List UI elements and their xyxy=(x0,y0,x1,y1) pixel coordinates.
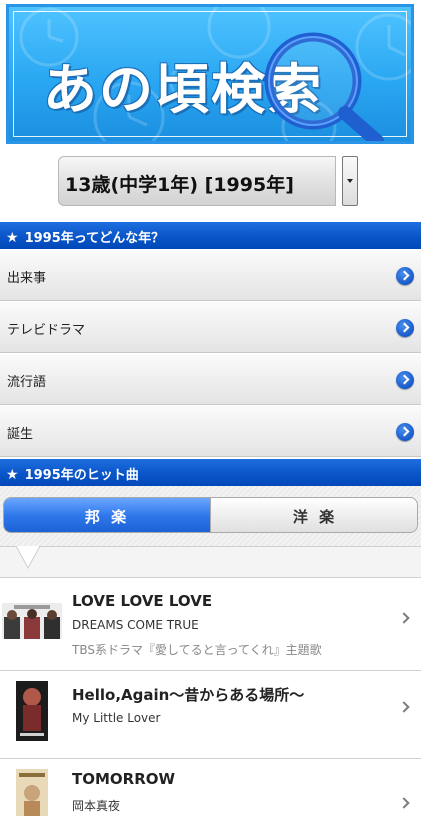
chevron-right-icon xyxy=(398,701,410,713)
music-tabs: 邦 楽 洋 楽 xyxy=(3,497,418,533)
song-artist: 岡本真夜 xyxy=(72,799,121,813)
age-select-value[interactable]: 13歳(中学1年) [1995年] xyxy=(58,156,336,206)
section-header-year: ★ 1995年ってどんな年？ xyxy=(0,222,421,249)
song-note: TBS系ドラマ『愛してると言ってくれ』主題歌 xyxy=(72,643,322,657)
menu-item-label: テレビドラマ xyxy=(7,323,86,338)
section-header-hits-label: 1995年のヒット曲 xyxy=(24,468,139,483)
dropdown-arrow-icon xyxy=(347,179,353,183)
song-title: TOMORROW xyxy=(72,770,176,788)
age-select[interactable]: 13歳(中学1年) [1995年] xyxy=(58,156,358,206)
section-header-year-label: 1995年ってどんな年？ xyxy=(24,231,165,246)
banner: あの頃検索 xyxy=(6,4,414,144)
chevron-right-icon xyxy=(398,797,410,809)
star-icon: ★ xyxy=(6,467,19,483)
age-select-toggle[interactable] xyxy=(342,156,358,206)
song-title: Hello,Again～昔からある場所～ xyxy=(72,686,305,704)
chevron-right-circle-icon xyxy=(396,267,414,285)
music-tabs-area: 邦 楽 洋 楽 xyxy=(0,486,421,546)
song-item[interactable]: Hello,Again～昔からある場所～ My Little Lover xyxy=(0,670,421,758)
tab-foreign[interactable]: 洋 楽 xyxy=(210,498,417,532)
menu-item-tv-drama[interactable]: テレビドラマ xyxy=(0,301,421,353)
chevron-right-circle-icon xyxy=(396,423,414,441)
menu-item-births[interactable]: 誕生 xyxy=(0,405,421,457)
magnifier-icon xyxy=(264,32,384,141)
menu-item-buzzwords[interactable]: 流行語 xyxy=(0,353,421,405)
chevron-right-circle-icon xyxy=(396,319,414,337)
song-item[interactable]: LOVE LOVE LOVE DREAMS COME TRUE TBS系ドラマ『… xyxy=(0,577,421,670)
menu-item-label: 流行語 xyxy=(7,375,47,390)
star-icon: ★ xyxy=(6,230,19,246)
song-artist: DREAMS COME TRUE xyxy=(72,618,199,632)
song-item[interactable]: TOMORROW 岡本真夜 xyxy=(0,758,421,816)
album-thumbnail xyxy=(2,603,62,639)
menu-item-events[interactable]: 出来事 xyxy=(0,249,421,301)
tab-pointer-arrow xyxy=(15,546,41,570)
chevron-right-circle-icon xyxy=(396,371,414,389)
section-header-hits: ★ 1995年のヒット曲 xyxy=(0,459,421,486)
album-thumbnail xyxy=(16,681,48,741)
album-thumbnail xyxy=(16,769,48,816)
song-title: LOVE LOVE LOVE xyxy=(72,592,213,610)
song-artist: My Little Lover xyxy=(72,711,161,725)
chevron-right-icon xyxy=(398,612,410,624)
tab-pointer-area xyxy=(0,546,421,577)
tab-domestic[interactable]: 邦 楽 xyxy=(4,498,210,532)
menu-item-label: 出来事 xyxy=(7,271,47,286)
menu-item-label: 誕生 xyxy=(7,427,34,442)
